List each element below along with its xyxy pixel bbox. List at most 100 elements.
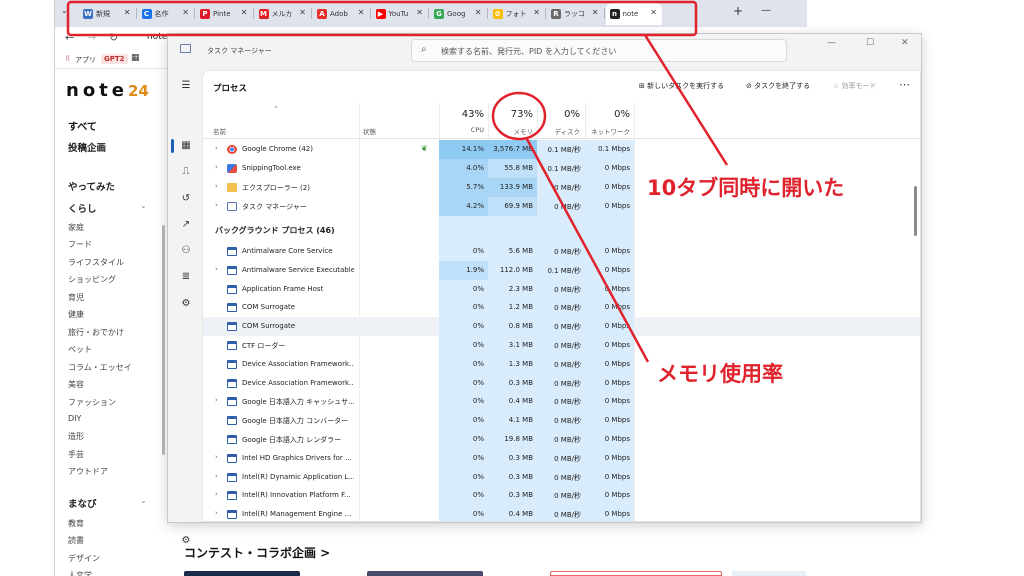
column-status[interactable]: 状態 bbox=[363, 126, 376, 136]
bookmark-apps[interactable]: アプリ bbox=[75, 55, 96, 65]
tab-close-icon[interactable]: ✕ bbox=[182, 8, 189, 17]
settings-gear-icon[interactable]: ⚙ bbox=[178, 533, 194, 549]
expand-chevron-icon[interactable]: › bbox=[215, 490, 218, 498]
sort-caret-icon[interactable]: ⌃ bbox=[273, 105, 279, 113]
browser-tab[interactable]: R ラッコ ✕ bbox=[547, 3, 604, 25]
column-name[interactable]: 名前 bbox=[213, 126, 226, 136]
process-row[interactable]: › Intel(R) Dynamic Application L... 0% 0.3 … bbox=[203, 467, 920, 487]
process-row[interactable]: › Intel(R) Management Engine ... 0% 0.4 MB 0… bbox=[203, 505, 920, 521]
expand-chevron-icon[interactable]: › bbox=[215, 163, 218, 171]
browser-tab[interactable]: ▶ YouTu ✕ bbox=[372, 3, 429, 25]
process-row[interactable]: Device Association Framework... 0% 1.3 MB 0… bbox=[203, 354, 920, 374]
note-sidebar-item[interactable]: 人文学 bbox=[68, 570, 92, 576]
tm-close-button[interactable]: ✕ bbox=[901, 38, 909, 48]
tab-close-icon[interactable]: ✕ bbox=[650, 8, 657, 17]
contest-card[interactable] bbox=[184, 571, 300, 576]
tab-search-dropdown-icon[interactable]: ⌄ bbox=[61, 6, 68, 15]
note-sidebar-item[interactable]: 投稿企画 bbox=[68, 140, 106, 154]
expand-chevron-icon[interactable]: › bbox=[215, 396, 218, 404]
back-icon[interactable]: ← bbox=[65, 31, 74, 44]
chevron-down-icon[interactable]: ⌄ bbox=[140, 201, 147, 210]
tab-close-icon[interactable]: ✕ bbox=[533, 8, 540, 17]
forward-icon[interactable]: → bbox=[87, 31, 96, 44]
performance-nav-icon[interactable]: ⎍ bbox=[178, 164, 194, 180]
tab-close-icon[interactable]: ✕ bbox=[241, 8, 248, 17]
network-total-pct[interactable]: 0% bbox=[584, 109, 630, 120]
tab-close-icon[interactable]: ✕ bbox=[475, 8, 482, 17]
contest-card[interactable] bbox=[367, 571, 483, 576]
note-sidebar-item[interactable]: 手芸 bbox=[68, 449, 84, 460]
bookmark-gpt2[interactable]: GPT2 bbox=[101, 54, 128, 64]
note-sidebar-item[interactable]: DIY bbox=[68, 414, 81, 423]
note-sidebar-item[interactable]: 美容 bbox=[68, 379, 84, 390]
process-row[interactable]: COM Surrogate 0% 1.2 MB 0 MB/秒 0 Mbps bbox=[203, 298, 920, 318]
process-row[interactable]: Application Frame Host 0% 2.3 MB 0 MB/秒 0 Mb… bbox=[203, 279, 920, 299]
tab-close-icon[interactable]: ✕ bbox=[299, 8, 306, 17]
browser-tab[interactable]: C 名作 ✕ bbox=[138, 3, 195, 25]
browser-tab[interactable]: ✿ フォト ✕ bbox=[489, 3, 546, 25]
startup-apps-nav-icon[interactable]: ↗ bbox=[178, 217, 194, 233]
browser-tab[interactable]: n note ✕ bbox=[605, 3, 662, 25]
services-nav-icon[interactable]: ⚙ bbox=[178, 296, 194, 312]
note-sidebar-item[interactable]: 造形 bbox=[68, 431, 84, 442]
column-memory[interactable]: メモリ bbox=[488, 126, 534, 136]
note-sidebar-item[interactable]: 読書 bbox=[68, 535, 84, 546]
app-history-nav-icon[interactable]: ↺ bbox=[178, 191, 194, 207]
expand-chevron-icon[interactable]: › bbox=[215, 509, 218, 517]
note-sidebar-item[interactable]: フード bbox=[68, 239, 92, 250]
process-row[interactable]: Google 日本語入力 コンバーター 0% 4.1 MB 0 MB/秒 0 Mbps bbox=[203, 411, 920, 431]
run-new-task-button[interactable]: ⊞ 新しいタスクを実行する bbox=[639, 81, 724, 91]
hamburger-menu-icon[interactable]: ☰ bbox=[178, 78, 194, 94]
process-row[interactable]: Google 日本語入力 レンダラー 0% 19.8 MB 0 MB/秒 0 Mbps bbox=[203, 430, 920, 449]
note-sidebar-item[interactable]: アウトドア bbox=[68, 466, 108, 477]
contest-card[interactable] bbox=[550, 571, 722, 576]
more-options-icon[interactable]: ⋯ bbox=[899, 78, 910, 91]
column-cpu[interactable]: CPU bbox=[439, 126, 484, 134]
details-nav-icon[interactable]: ≣ bbox=[178, 269, 194, 285]
note-sidebar-item[interactable]: コラム・エッセイ bbox=[68, 362, 132, 373]
efficiency-mode-button[interactable]: ♧ 効率モード bbox=[833, 81, 877, 91]
browser-tab[interactable]: W 新規 ✕ bbox=[79, 3, 136, 25]
apps-grid-icon[interactable]: ⠿ bbox=[65, 55, 70, 63]
cpu-total-pct[interactable]: 43% bbox=[439, 109, 484, 120]
note-sidebar-item[interactable]: 家庭 bbox=[68, 222, 84, 233]
process-row[interactable]: › Google 日本語入力 キャッシュサ... 0% 0.4 MB 0 MB/秒 0 M… bbox=[203, 392, 920, 412]
note-sidebar-item[interactable]: 教育 bbox=[68, 518, 84, 529]
note-sidebar-item[interactable]: くらし bbox=[68, 201, 97, 215]
users-nav-icon[interactable]: ⚇ bbox=[178, 243, 194, 259]
note-sidebar-item[interactable]: ペット bbox=[68, 344, 92, 355]
note-logo[interactable]: note24 bbox=[66, 80, 149, 101]
browser-tab[interactable]: M メルカ ✕ bbox=[255, 3, 312, 25]
note-sidebar-item[interactable]: 育児 bbox=[68, 292, 84, 303]
tab-close-icon[interactable]: ✕ bbox=[416, 8, 423, 17]
column-disk[interactable]: ディスク bbox=[533, 126, 580, 136]
process-row[interactable]: Antimalware Core Service 0% 5.6 MB 0 MB/秒 0 … bbox=[203, 242, 920, 261]
grid-icon[interactable]: ▦ bbox=[131, 53, 140, 63]
expand-chevron-icon[interactable]: › bbox=[215, 472, 218, 480]
process-row[interactable]: › Intel HD Graphics Drivers for ... 0% 0.3 … bbox=[203, 448, 920, 468]
end-task-button[interactable]: ⊘ タスクを終了する bbox=[746, 81, 810, 91]
browser-tab[interactable]: G Goog ✕ bbox=[430, 3, 487, 25]
expand-chevron-icon[interactable]: › bbox=[215, 201, 218, 209]
process-row[interactable]: › Google Chrome (42) ❦ 14.1% 3,576.7 MB 0.1 M… bbox=[203, 140, 920, 159]
process-row[interactable]: CTF ローダー 0% 3.1 MB 0 MB/秒 0 Mbps bbox=[203, 336, 920, 355]
tab-close-icon[interactable]: ✕ bbox=[124, 8, 131, 17]
tm-scrollbar[interactable] bbox=[914, 186, 917, 236]
note-sidebar-item[interactable]: まなび bbox=[68, 496, 97, 510]
tm-minimize-button[interactable]: — bbox=[827, 38, 836, 48]
process-row[interactable]: Device Association Framework... 0% 0.3 MB 0… bbox=[203, 373, 920, 393]
note-sidebar-item[interactable]: やってみた bbox=[68, 179, 115, 193]
expand-chevron-icon[interactable]: › bbox=[215, 265, 218, 273]
browser-minimize-button[interactable]: — bbox=[761, 5, 771, 16]
browser-tab[interactable]: A Adob ✕ bbox=[313, 3, 370, 25]
note-sidebar-item[interactable]: 旅行・おでかけ bbox=[68, 327, 124, 338]
tm-search-input[interactable]: ⌕ 検索する名前、発行元、PID を入力してください bbox=[411, 39, 787, 62]
column-network[interactable]: ネットワーク bbox=[584, 126, 630, 136]
chevron-down-icon[interactable]: ⌄ bbox=[140, 496, 147, 505]
process-row[interactable]: › Antimalware Service Executable 1.9% 112.0… bbox=[203, 260, 920, 280]
processes-nav-icon[interactable]: ▦ bbox=[178, 138, 194, 154]
process-row[interactable]: › Intel(R) Innovation Platform F... 0% 0.3 … bbox=[203, 486, 920, 506]
note-sidebar-item[interactable]: すべて bbox=[68, 118, 97, 133]
tab-close-icon[interactable]: ✕ bbox=[592, 8, 599, 17]
tab-close-icon[interactable]: ✕ bbox=[358, 8, 365, 17]
